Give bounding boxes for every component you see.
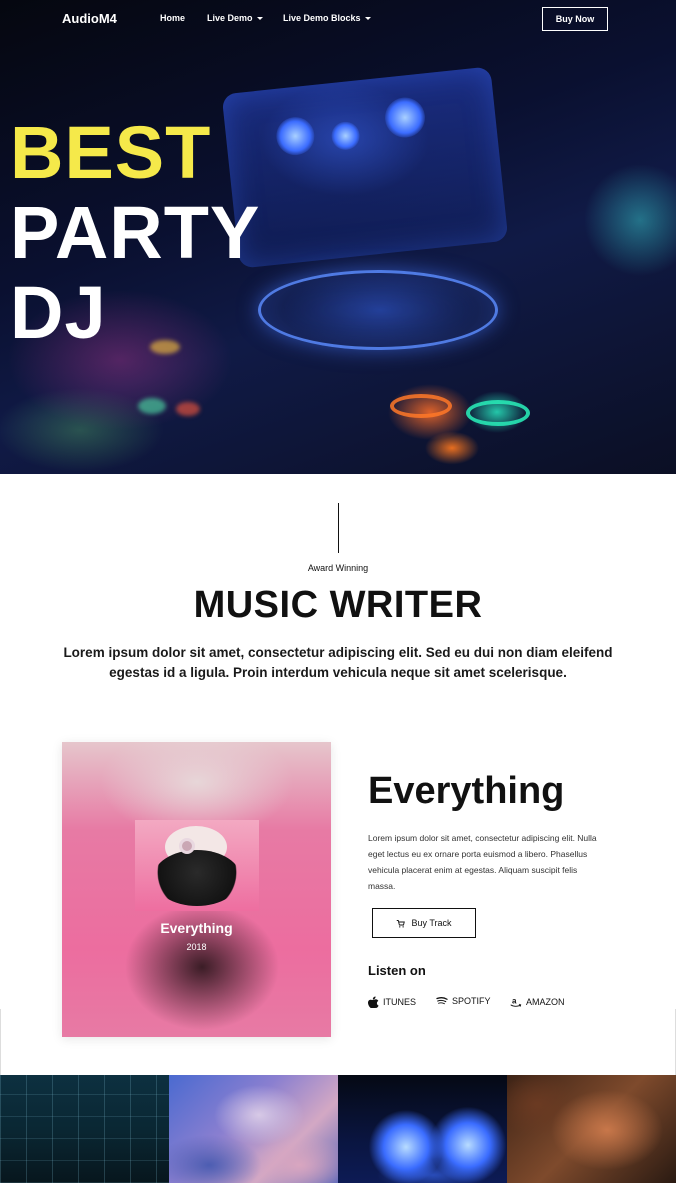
hero-section: AudioM4 Home Live Demo Live Demo Blocks … xyxy=(0,0,676,474)
album-thumbnail xyxy=(135,820,259,911)
section-border-left xyxy=(0,1009,1,1075)
nav-home-label: Home xyxy=(160,13,186,23)
cart-icon xyxy=(397,919,406,928)
chevron-down-icon xyxy=(256,17,263,21)
knob-ring-orange xyxy=(390,394,452,418)
gallery-tile-smoke[interactable] xyxy=(507,1075,676,1183)
album-cover-year: 2018 xyxy=(186,942,207,952)
listen-on-heading: Listen on xyxy=(368,963,426,978)
gallery-tile-dj-deck[interactable] xyxy=(338,1075,507,1183)
headphones-icon xyxy=(179,838,195,854)
nav-live-demo-blocks[interactable]: Live Demo Blocks xyxy=(283,13,371,23)
deck-knob xyxy=(138,398,166,414)
deck-knob xyxy=(150,340,180,354)
amazon-label: AMAZON xyxy=(526,997,565,1007)
image-gallery xyxy=(0,1075,676,1183)
deck-light xyxy=(274,115,317,157)
gallery-tile-abstract-paint[interactable] xyxy=(169,1075,338,1183)
gallery-tile-stage-lights[interactable] xyxy=(0,1075,169,1183)
dj-deck-screen xyxy=(221,66,509,269)
nav-live-demo-label: Live Demo xyxy=(207,13,253,23)
stage-rigging xyxy=(0,1075,169,1183)
track-title: Everything xyxy=(368,770,565,812)
nav-live-demo[interactable]: Live Demo xyxy=(207,13,263,23)
deck-knob xyxy=(176,402,200,416)
hero-title-line-2: PARTY xyxy=(10,191,261,274)
spotify-link[interactable]: SPOTIFY xyxy=(436,996,491,1006)
amazon-icon: a xyxy=(510,997,522,1007)
thumbnail-hair xyxy=(153,850,241,906)
hero-title-line-3: DJ xyxy=(10,271,107,354)
album-cover: Everything 2018 xyxy=(62,742,331,1037)
track-description: Lorem ipsum dolor sit amet, consectetur … xyxy=(368,833,597,891)
spotify-icon xyxy=(436,997,448,1005)
nav-home[interactable]: Home xyxy=(160,13,185,23)
buy-track-button[interactable]: Buy Track xyxy=(372,908,476,938)
section-kicker: Award Winning xyxy=(307,563,369,573)
amazon-link[interactable]: a AMAZON xyxy=(510,996,565,1008)
svg-text:a: a xyxy=(512,997,517,1006)
deck-light xyxy=(383,95,427,140)
deck-light xyxy=(330,120,361,152)
vertical-divider xyxy=(338,503,339,553)
top-navbar: AudioM4 Home Live Demo Live Demo Blocks … xyxy=(0,0,676,38)
hero-title-line-1: BEST xyxy=(10,111,212,194)
knob-ring-teal xyxy=(466,400,530,426)
itunes-label: ITUNES xyxy=(383,997,417,1007)
buy-now-button[interactable]: Buy Now xyxy=(542,7,608,31)
dj-platter xyxy=(258,270,498,350)
nav-live-demo-blocks-label: Live Demo Blocks xyxy=(283,13,361,23)
spotify-label: SPOTIFY xyxy=(452,996,491,1006)
section-lead: Lorem ipsum dolor sit amet, consectetur … xyxy=(63,645,613,680)
chevron-down-icon xyxy=(364,17,371,21)
brand-logo[interactable]: AudioM4 xyxy=(62,11,117,26)
buy-track-label: Buy Track xyxy=(411,918,452,928)
apple-icon xyxy=(368,996,379,1008)
section-title: MUSIC WRITER xyxy=(193,584,483,626)
itunes-link[interactable]: ITUNES xyxy=(368,996,416,1008)
album-cover-title: Everything xyxy=(160,920,233,936)
